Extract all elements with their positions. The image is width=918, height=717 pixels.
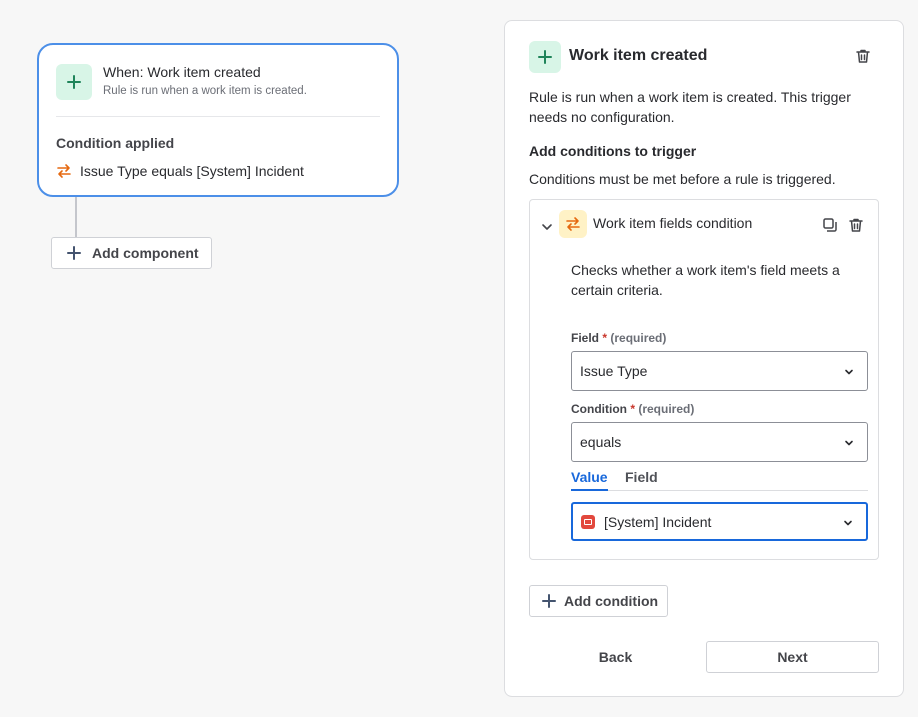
condition-select[interactable]: equals: [571, 422, 868, 462]
swap-icon: [57, 164, 71, 178]
panel-title: Work item created: [569, 47, 708, 64]
chevron-down-icon[interactable]: [540, 220, 554, 234]
chevron-down-icon: [845, 369, 853, 375]
value-select[interactable]: [System] Incident: [571, 502, 868, 541]
add-component-label: Add component: [92, 245, 199, 261]
condition-block-description: Checks whether a work item's field meets…: [571, 262, 840, 298]
tab-value[interactable]: Value: [571, 469, 608, 491]
add-conditions-subtext: Conditions must be met before a rule is …: [529, 171, 836, 187]
add-component-button[interactable]: Add component: [51, 237, 212, 269]
trigger-title: When: Work item created: [103, 64, 261, 80]
chevron-down-icon: [844, 520, 852, 526]
field-select[interactable]: Issue Type: [571, 351, 868, 391]
field-label: Field * (required): [571, 331, 666, 345]
condition-label-text: Condition: [571, 402, 627, 416]
add-condition-label: Add condition: [564, 593, 659, 609]
next-button[interactable]: Next: [706, 641, 879, 673]
required-hint: (required): [638, 402, 695, 416]
panel-description: Rule is run when a work item is created.…: [529, 89, 851, 125]
swap-icon: [559, 210, 587, 238]
value-select-value: [System] Incident: [604, 513, 712, 530]
tab-field[interactable]: Field: [625, 469, 658, 491]
condition-summary-text: Issue Type equals [System] Incident: [80, 163, 304, 179]
required-hint: (required): [610, 331, 667, 345]
trigger-card[interactable]: When: Work item created Rule is run when…: [37, 43, 399, 197]
trigger-subtitle: Rule is run when a work item is created.: [103, 85, 307, 97]
condition-summary: Issue Type equals [System] Incident: [56, 163, 304, 179]
divider: [56, 116, 380, 117]
trigger-config-panel: Work item created Rule is run when a wor…: [504, 20, 904, 697]
back-button[interactable]: Back: [529, 641, 702, 673]
plus-icon: [529, 41, 561, 73]
add-condition-button[interactable]: Add condition: [529, 585, 668, 617]
condition-block: Work item fields condition Checks whethe…: [529, 199, 879, 560]
copy-icon[interactable]: [822, 217, 838, 233]
required-star: *: [630, 402, 635, 416]
field-label-text: Field: [571, 331, 600, 345]
value-field-tabs: Value Field: [571, 469, 868, 491]
required-star: *: [602, 331, 608, 345]
condition-applied-heading: Condition applied: [56, 135, 175, 151]
incident-icon: [581, 514, 595, 529]
plus-icon: [56, 64, 92, 100]
trash-icon[interactable]: [848, 217, 864, 233]
connector-line: [75, 197, 77, 238]
field-select-value: Issue Type: [580, 363, 648, 379]
trash-icon[interactable]: [855, 48, 871, 64]
plus-icon: [67, 246, 81, 260]
add-conditions-heading: Add conditions to trigger: [529, 143, 697, 159]
condition-block-title: Work item fields condition: [593, 215, 753, 231]
condition-select-value: equals: [580, 434, 622, 450]
plus-icon: [542, 594, 556, 608]
chevron-down-icon: [845, 440, 853, 446]
condition-label: Condition * (required): [571, 402, 694, 416]
